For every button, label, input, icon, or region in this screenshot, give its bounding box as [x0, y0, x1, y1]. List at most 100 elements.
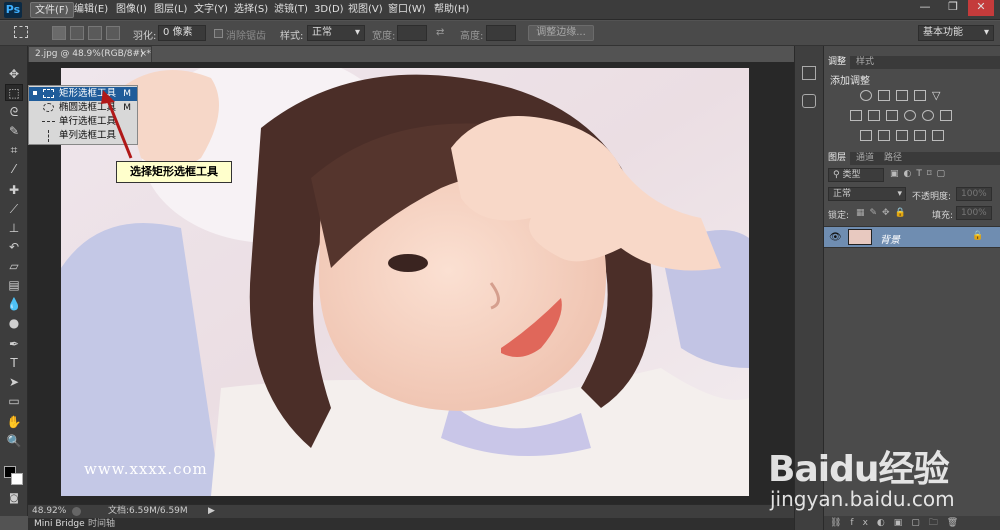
- workspace-select[interactable]: 基本功能 ▾: [918, 25, 994, 41]
- dodge-tool-icon[interactable]: ●: [5, 315, 23, 332]
- restore-icon[interactable]: ❐: [940, 0, 966, 16]
- shape-tool-icon[interactable]: ▭: [5, 393, 23, 410]
- tab-paths[interactable]: 路径: [880, 152, 906, 165]
- document-tab[interactable]: 2.jpg @ 48.9%(RGB/8#) * ×: [28, 46, 152, 62]
- channel-mixer-icon[interactable]: [922, 110, 934, 121]
- healing-brush-tool-icon[interactable]: ✚: [5, 182, 23, 199]
- color-lookup-icon[interactable]: [940, 110, 952, 121]
- feather-label: 羽化:: [133, 31, 157, 42]
- eyedropper-tool-icon[interactable]: ⁄: [5, 161, 23, 178]
- fill-input[interactable]: 100%: [956, 206, 992, 220]
- add-selection-icon[interactable]: [70, 26, 84, 40]
- close-icon[interactable]: ✕: [968, 0, 994, 16]
- gradient-map-icon[interactable]: ▽: [932, 90, 940, 101]
- menu-view[interactable]: 视图(V): [344, 2, 387, 18]
- style-select[interactable]: 正常 ▾: [307, 25, 365, 41]
- hand-tool-icon[interactable]: ✋: [5, 414, 23, 431]
- gradient-tool-icon[interactable]: ▤: [5, 277, 23, 294]
- black-white-icon[interactable]: [886, 110, 898, 121]
- zoom-level[interactable]: 48.92%: [32, 505, 66, 518]
- options-bar: 羽化: 0 像素 消除锯齿 样式: 正常 ▾ 宽度: ⇄ 高度: 调整边缘... …: [0, 21, 1000, 46]
- layer-row-background[interactable]: 👁 背景 🔒: [824, 226, 1000, 248]
- refine-edge-button[interactable]: 调整边缘...: [528, 25, 594, 41]
- chevron-down-icon: ▾: [897, 189, 902, 199]
- menu-layer[interactable]: 图层(L): [150, 2, 191, 18]
- image-watermark-text: www.xxxx.com: [84, 460, 208, 478]
- status-info-icon[interactable]: [72, 507, 81, 516]
- tab-timeline[interactable]: 时间轴: [88, 518, 115, 530]
- marquee-tool-icon[interactable]: ⬚: [5, 84, 23, 101]
- status-menu-arrow-icon[interactable]: ▶: [208, 505, 215, 518]
- history-panel-icon[interactable]: [802, 66, 816, 80]
- menu-image[interactable]: 图像(I): [112, 2, 151, 18]
- quick-select-tool-icon[interactable]: ✎: [5, 123, 23, 140]
- brightness-contrast-icon[interactable]: [860, 90, 872, 101]
- layer-kind-filter[interactable]: ⚲ 类型: [828, 168, 884, 182]
- invert-icon[interactable]: [860, 130, 872, 141]
- type-tool-icon[interactable]: T: [5, 355, 23, 372]
- pen-tool-icon[interactable]: ✒: [5, 336, 23, 353]
- lock-icons[interactable]: ▦✎✥🔒: [856, 208, 911, 218]
- rect-marquee-icon: [43, 89, 54, 98]
- intersect-selection-icon[interactable]: [106, 26, 120, 40]
- width-input[interactable]: [397, 25, 427, 41]
- move-tool-icon[interactable]: ✥: [5, 66, 23, 83]
- menu-file[interactable]: 文件(F): [30, 2, 74, 18]
- zoom-tool-icon[interactable]: 🔍: [5, 433, 23, 450]
- document-photo[interactable]: www.xxxx.com: [61, 68, 749, 496]
- tab-styles[interactable]: 样式: [852, 56, 878, 69]
- annotation-arrow-icon: [101, 90, 133, 159]
- marquee-preset-icon[interactable]: [14, 26, 28, 38]
- opacity-label: 不透明度:: [912, 192, 952, 202]
- properties-panel-icon[interactable]: [802, 94, 816, 108]
- menu-3d[interactable]: 3D(D): [310, 2, 348, 18]
- posterize-icon[interactable]: [878, 130, 890, 141]
- new-selection-icon[interactable]: [52, 26, 66, 40]
- single-column-marquee-icon: [48, 130, 49, 142]
- photo-filter-icon[interactable]: [904, 110, 916, 121]
- lasso-tool-icon[interactable]: ᘓ: [5, 104, 23, 121]
- tab-adjustments[interactable]: 调整: [824, 56, 851, 69]
- toolbox: ✥ ⬚ ᘓ ✎ ⌗ ⁄ ✚ ⟋ ⊥ ↶ ▱ ▤ 💧 ● ✒ T ➤ ▭ ✋ 🔍 …: [0, 46, 28, 516]
- layer-name[interactable]: 背景: [880, 231, 900, 246]
- quick-mask-icon[interactable]: ◙: [5, 490, 23, 507]
- vibrance-icon[interactable]: [850, 110, 862, 121]
- opacity-input[interactable]: 100%: [956, 187, 992, 201]
- curves-icon[interactable]: [896, 90, 908, 101]
- tab-channels[interactable]: 通道: [852, 152, 878, 165]
- feather-input[interactable]: 0 像素: [158, 25, 206, 41]
- history-brush-tool-icon[interactable]: ↶: [5, 239, 23, 256]
- menu-help[interactable]: 帮助(H): [430, 2, 473, 18]
- subtract-selection-icon[interactable]: [88, 26, 102, 40]
- blend-mode-select[interactable]: 正常 ▾: [828, 187, 906, 201]
- color-balance-icon[interactable]: [868, 110, 880, 121]
- clone-stamp-tool-icon[interactable]: ⊥: [5, 220, 23, 237]
- antialias-checkbox[interactable]: [214, 29, 223, 38]
- layer-filter-icons[interactable]: ▣◐T⌑▢: [890, 169, 950, 179]
- minimize-icon[interactable]: —: [912, 0, 938, 16]
- path-select-tool-icon[interactable]: ➤: [5, 374, 23, 391]
- exposure-icon[interactable]: [914, 90, 926, 101]
- height-input[interactable]: [486, 25, 516, 41]
- crop-tool-icon[interactable]: ⌗: [5, 142, 23, 159]
- tab-layers[interactable]: 图层: [824, 152, 851, 165]
- tab-mini-bridge[interactable]: Mini Bridge: [34, 518, 85, 530]
- blur-tool-icon[interactable]: 💧: [5, 296, 23, 313]
- menu-window[interactable]: 窗口(W): [384, 2, 430, 18]
- close-tab-icon[interactable]: ×: [139, 47, 147, 62]
- brush-tool-icon[interactable]: ⟋: [5, 201, 23, 218]
- threshold-icon[interactable]: [896, 130, 908, 141]
- selective-color-icon[interactable]: [914, 130, 926, 141]
- levels-icon[interactable]: [878, 90, 890, 101]
- eraser-tool-icon[interactable]: ▱: [5, 258, 23, 275]
- menu-filter[interactable]: 滤镜(T): [270, 2, 312, 18]
- background-color-swatch[interactable]: [11, 473, 23, 485]
- menu-edit[interactable]: 编辑(E): [70, 2, 112, 18]
- menu-type[interactable]: 文字(Y): [190, 2, 232, 18]
- lock-icon: 🔒: [972, 231, 984, 241]
- layers-footer-icons[interactable]: ⛓fx◐▣▢🗀🗑: [824, 516, 1000, 530]
- swap-icon[interactable]: ⇄: [436, 27, 444, 38]
- gradient-map-adjust-icon[interactable]: [932, 130, 944, 141]
- menu-select[interactable]: 选择(S): [230, 2, 272, 18]
- eye-visibility-icon[interactable]: 👁: [829, 232, 842, 243]
